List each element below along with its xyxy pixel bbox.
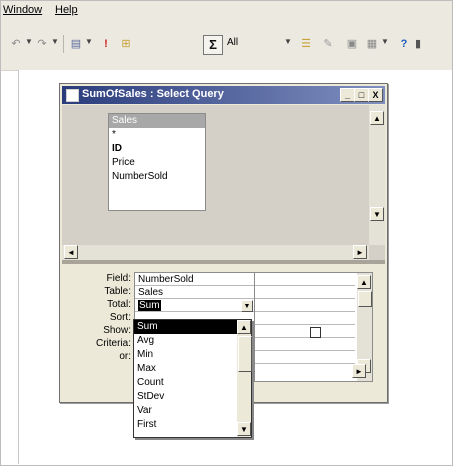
query-type-icon[interactable]: ▤ (69, 37, 83, 51)
total-cell-empty[interactable] (255, 299, 355, 312)
dropdown-scroll-up[interactable]: ▲ (237, 320, 251, 334)
redo-icon[interactable]: ↷ (35, 37, 49, 51)
redo-dropdown-icon[interactable]: ▼ (51, 37, 59, 46)
minimize-button[interactable]: _ (340, 88, 355, 102)
field-numbersold[interactable]: NumberSold (109, 170, 205, 184)
field-cell[interactable]: NumberSold (135, 273, 255, 286)
run-icon[interactable]: ! (99, 37, 113, 51)
maximize-button[interactable]: □ (354, 88, 369, 102)
toolbar-separator (63, 35, 64, 53)
dropdown-option-avg[interactable]: Avg (134, 334, 251, 348)
row-label-show: Show: (103, 325, 131, 336)
grid-scroll-thumb[interactable] (358, 291, 372, 307)
table-title[interactable]: Sales (109, 114, 205, 128)
upper-scroll-left[interactable]: ◄ (64, 245, 78, 259)
query-icon (66, 89, 79, 102)
field-all[interactable]: * (109, 128, 205, 142)
table-pane: Sales * ID Price NumberSold ▲ ▼ ◄ ► (62, 105, 385, 260)
row-label-field: Field: (106, 273, 131, 284)
menu-help[interactable]: Help (55, 4, 78, 16)
table-field-list: Sales * ID Price NumberSold (108, 113, 206, 211)
dropdown-option-sum[interactable]: Sum (134, 320, 237, 334)
top-values-value: All (227, 37, 239, 48)
dropdown-option-var[interactable]: Var (134, 404, 251, 418)
show-checkbox[interactable] (310, 327, 321, 338)
dropdown-option-count[interactable]: Count (134, 376, 251, 390)
menu-bar: Window Help (1, 1, 452, 21)
row-label-criteria: Criteria: (95, 338, 131, 349)
dropdown-option-first[interactable]: First (134, 418, 251, 432)
database-window-icon[interactable]: ▣ (345, 37, 359, 51)
upper-scroll-up[interactable]: ▲ (370, 111, 384, 125)
totals-button[interactable]: Σ (203, 35, 223, 55)
dropdown-option-min[interactable]: Min (134, 348, 251, 362)
grid-scroll-right[interactable]: ► (352, 364, 366, 378)
new-object-dropdown-icon[interactable]: ▼ (381, 37, 389, 46)
dropdown-option-max[interactable]: Max (134, 362, 251, 376)
field-price[interactable]: Price (109, 156, 205, 170)
row-label-table: Table: (104, 286, 131, 297)
properties-icon[interactable]: ☰ (299, 37, 313, 51)
table-cell-empty[interactable] (255, 286, 355, 299)
undo-icon[interactable]: ↶ (9, 37, 23, 51)
total-dropdown-button[interactable]: ▼ (241, 300, 253, 312)
table-cell[interactable]: Sales (135, 286, 255, 299)
upper-vscroll[interactable]: ▲ ▼ (369, 105, 385, 245)
total-cell-value: Sum (138, 300, 161, 311)
new-object-icon[interactable]: ▦ (365, 37, 379, 51)
dropdown-option-stdev[interactable]: StDev (134, 390, 251, 404)
total-cell[interactable]: Sum (135, 299, 255, 312)
field-id[interactable]: ID (109, 142, 205, 156)
row-label-sort: Sort: (109, 312, 131, 323)
window-title: SumOfSales : Select Query (82, 88, 224, 100)
dropdown-scroll-down[interactable]: ▼ (237, 422, 251, 436)
dropdown-scrollbar[interactable]: ▲ ▼ (237, 320, 252, 437)
toolbar: ↶ ▼ ↷ ▼ ▤ ▼ ! ⊞ Σ All ▼ ☰ ✎ ▣ ▦ ▼ ? ▮ (1, 21, 452, 71)
total-dropdown-list: Sum Avg Min Max Count StDev Var First ▲ … (133, 319, 252, 438)
dropdown-scroll-thumb[interactable] (238, 336, 252, 372)
menu-window[interactable]: Window (3, 4, 42, 16)
column-separator (254, 273, 255, 381)
row-label-total: Total: (107, 299, 131, 310)
top-values-dropdown-icon[interactable]: ▼ (284, 37, 292, 46)
query-type-dropdown-icon[interactable]: ▼ (85, 37, 93, 46)
window-title-bar[interactable]: SumOfSales : Select Query _ □ X (62, 86, 385, 104)
close-button[interactable]: X (368, 88, 383, 102)
row-label-or: or: (119, 351, 131, 362)
build-icon[interactable]: ✎ (321, 37, 335, 51)
upper-scroll-down[interactable]: ▼ (370, 207, 384, 221)
undo-dropdown-icon[interactable]: ▼ (25, 37, 33, 46)
grid-scroll-up[interactable]: ▲ (357, 275, 371, 289)
upper-hscroll[interactable]: ◄ ► (62, 245, 369, 260)
help-icon[interactable]: ? (397, 37, 411, 51)
toolbar-overflow-icon[interactable]: ▮ (411, 37, 425, 51)
upper-scroll-right[interactable]: ► (353, 245, 367, 259)
show-table-icon[interactable]: ⊞ (119, 37, 133, 51)
field-cell-empty[interactable] (255, 273, 355, 286)
